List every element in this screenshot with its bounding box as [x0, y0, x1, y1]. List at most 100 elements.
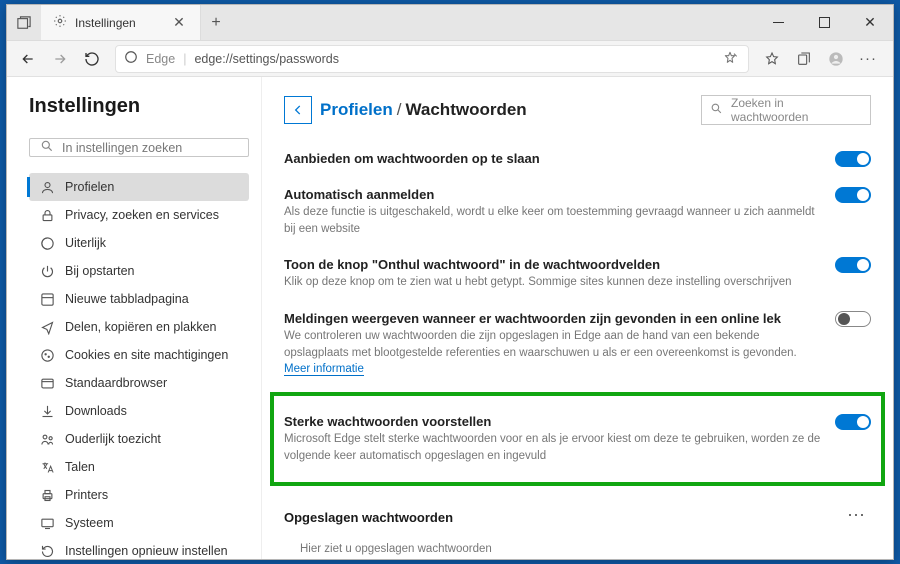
saved-passwords-more-button[interactable]: ···: [841, 502, 871, 527]
lock-icon: [39, 207, 55, 223]
search-icon: [40, 139, 54, 156]
new-tab-button[interactable]: +: [201, 5, 231, 40]
close-button[interactable]: ✕: [847, 5, 893, 40]
sidebar-item-system[interactable]: Systeem: [29, 509, 249, 537]
grid-icon: [39, 291, 55, 307]
profile-button[interactable]: [821, 44, 851, 74]
breadcrumb-parent[interactable]: Profielen: [320, 100, 393, 119]
setting-title: Sterke wachtwoorden voorstellen: [284, 414, 823, 429]
breadcrumb-current: Wachtwoorden: [405, 100, 526, 119]
share-icon: [39, 319, 55, 335]
favorites-button[interactable]: [757, 44, 787, 74]
nav-forward-button[interactable]: [45, 44, 75, 74]
appearance-icon: [39, 235, 55, 251]
content-area: Instellingen In instellingen zoeken Prof…: [7, 77, 893, 559]
sidebar-item-label: Cookies en site machtigingen: [65, 348, 228, 362]
tab-title: Instellingen: [75, 16, 162, 30]
setting-description: Klik op deze knop om te zien wat u hebt …: [284, 274, 823, 291]
sidebar-item-label: Uiterlijk: [65, 236, 106, 250]
setting-row: Toon de knop "Onthul wachtwoord" in de w…: [284, 247, 871, 301]
setting-row: Automatisch aanmelden Als deze functie is…: [284, 177, 871, 247]
toggle-switch[interactable]: [835, 311, 871, 327]
download-icon: [39, 403, 55, 419]
settings-search-input[interactable]: In instellingen zoeken: [29, 138, 249, 157]
breadcrumb: Profielen/Wachtwoorden: [320, 100, 527, 120]
tab-strip-icon: [7, 5, 41, 40]
sidebar-item-label: Bij opstarten: [65, 264, 134, 278]
setting-title: Automatisch aanmelden: [284, 187, 823, 202]
system-icon: [39, 515, 55, 531]
address-product-label: Edge: [146, 52, 175, 66]
address-url: edge://settings/passwords: [194, 52, 712, 66]
more-info-link[interactable]: Meer informatie: [284, 363, 364, 376]
sidebar-item-printer[interactable]: Printers: [29, 481, 249, 509]
passwords-search-input[interactable]: Zoeken in wachtwoorden: [701, 95, 871, 125]
user-icon: [39, 179, 55, 195]
settings-back-button[interactable]: [284, 96, 312, 124]
sidebar-item-label: Privacy, zoeken en services: [65, 208, 219, 222]
sidebar-item-label: Delen, kopiëren en plakken: [65, 320, 217, 334]
menu-button[interactable]: ···: [853, 44, 883, 74]
browser-window: Instellingen ✕ + ✕ Edge | edge://setting…: [6, 4, 894, 560]
browser-tab[interactable]: Instellingen ✕: [41, 5, 201, 40]
refresh-button[interactable]: [77, 44, 107, 74]
sidebar-item-label: Standaardbrowser: [65, 376, 167, 390]
sidebar-item-user[interactable]: Profielen: [29, 173, 249, 201]
family-icon: [39, 431, 55, 447]
read-aloud-icon[interactable]: [720, 44, 740, 74]
reset-icon: [39, 543, 55, 559]
sidebar-item-label: Printers: [65, 488, 108, 502]
sidebar-item-label: Systeem: [65, 516, 114, 530]
edge-icon: [124, 50, 138, 67]
setting-description: We controleren uw wachtwoorden die zijn …: [284, 328, 823, 378]
sidebar-item-appearance[interactable]: Uiterlijk: [29, 229, 249, 257]
highlighted-setting: Sterke wachtwoorden voorstellenMicrosoft…: [270, 392, 885, 486]
address-bar[interactable]: Edge | edge://settings/passwords: [115, 45, 749, 73]
setting-title: Meldingen weergeven wanneer er wachtwoor…: [284, 311, 823, 326]
sidebar-item-language[interactable]: Talen: [29, 453, 249, 481]
toggle-switch[interactable]: [835, 414, 871, 430]
sidebar-item-label: Profielen: [65, 180, 114, 194]
setting-title: Toon de knop "Onthul wachtwoord" in de w…: [284, 257, 823, 272]
settings-heading: Instellingen: [29, 95, 249, 118]
tab-close-icon[interactable]: ✕: [170, 14, 188, 32]
search-icon: [710, 102, 723, 118]
sidebar-item-grid[interactable]: Nieuwe tabbladpagina: [29, 285, 249, 313]
printer-icon: [39, 487, 55, 503]
setting-row: Meldingen weergeven wanneer er wachtwoor…: [284, 301, 871, 388]
nav-back-button[interactable]: [13, 44, 43, 74]
sidebar-item-label: Nieuwe tabbladpagina: [65, 292, 189, 306]
sidebar-item-lock[interactable]: Privacy, zoeken en services: [29, 201, 249, 229]
sidebar-item-power[interactable]: Bij opstarten: [29, 257, 249, 285]
titlebar: Instellingen ✕ + ✕: [7, 5, 893, 41]
toggle-switch[interactable]: [835, 187, 871, 203]
saved-passwords-heading: Opgeslagen wachtwoorden: [284, 510, 829, 525]
browser-icon: [39, 375, 55, 391]
cookie-icon: [39, 347, 55, 363]
sidebar-item-label: Talen: [65, 460, 95, 474]
window-controls: ✕: [755, 5, 893, 40]
sidebar-item-label: Ouderlijk toezicht: [65, 432, 161, 446]
toggle-switch[interactable]: [835, 151, 871, 167]
sidebar-item-cookie[interactable]: Cookies en site machtigingen: [29, 341, 249, 369]
sidebar-item-share[interactable]: Delen, kopiëren en plakken: [29, 313, 249, 341]
toggle-switch[interactable]: [835, 257, 871, 273]
maximize-button[interactable]: [801, 5, 847, 40]
sidebar-item-family[interactable]: Ouderlijk toezicht: [29, 425, 249, 453]
sidebar-item-browser[interactable]: Standaardbrowser: [29, 369, 249, 397]
settings-main: Profielen/Wachtwoorden Zoeken in wachtwo…: [262, 77, 893, 559]
setting-title: Aanbieden om wachtwoorden op te slaan: [284, 151, 823, 166]
minimize-button[interactable]: [755, 5, 801, 40]
language-icon: [39, 459, 55, 475]
sidebar-item-download[interactable]: Downloads: [29, 397, 249, 425]
settings-sidebar: Instellingen In instellingen zoeken Prof…: [7, 77, 262, 559]
setting-row: Sterke wachtwoorden voorstellenMicrosoft…: [284, 404, 871, 474]
power-icon: [39, 263, 55, 279]
saved-passwords-empty: Hier ziet u opgeslagen wachtwoorden: [284, 537, 871, 559]
sidebar-item-label: Instellingen opnieuw instellen: [65, 544, 228, 558]
toolbar: Edge | edge://settings/passwords ···: [7, 41, 893, 77]
sidebar-item-label: Downloads: [65, 404, 127, 418]
sidebar-item-reset[interactable]: Instellingen opnieuw instellen: [29, 537, 249, 559]
setting-description: Als deze functie is uitgeschakeld, wordt…: [284, 204, 823, 237]
collections-button[interactable]: [789, 44, 819, 74]
